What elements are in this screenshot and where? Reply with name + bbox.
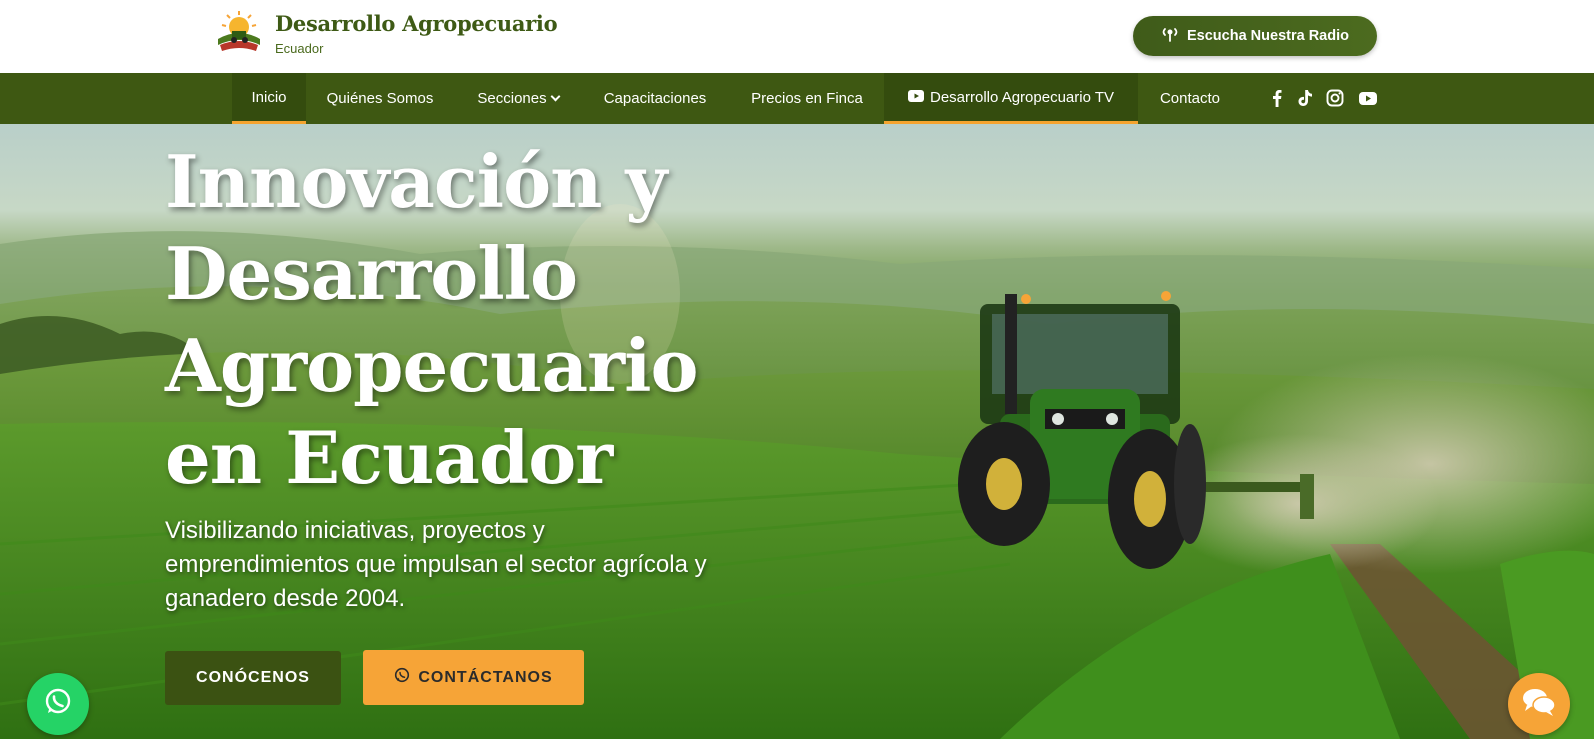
nav-item-secciones[interactable]: Secciones <box>456 73 580 124</box>
nav-item-label: Secciones <box>477 90 547 107</box>
nav-item-capacitaciones[interactable]: Capacitaciones <box>582 73 728 124</box>
whatsapp-icon <box>42 686 74 723</box>
contactanos-label: CONTÁCTANOS <box>418 668 553 686</box>
nav-item-label: Desarrollo Agropecuario TV <box>930 88 1114 106</box>
nav-item-label: Quiénes Somos <box>326 90 434 107</box>
chat-floating-button[interactable] <box>1508 673 1570 735</box>
nav-item-label: Contacto <box>1159 90 1221 107</box>
chevron-down-icon <box>550 91 561 102</box>
tiktok-icon[interactable] <box>1293 86 1317 110</box>
nav-item-precios-en-finca[interactable]: Precios en Finca <box>730 73 884 124</box>
whatsapp-icon <box>394 667 410 688</box>
listen-radio-button[interactable]: Escucha Nuestra Radio <box>1133 16 1377 56</box>
brand-title[interactable]: Desarrollo Agropecuario <box>275 11 558 36</box>
hero-title: Innovación y Desarrollo Agropecuario en … <box>165 139 698 500</box>
hero-subtitle: Visibilizando iniciativas, proyectos y e… <box>165 517 707 612</box>
nav-item-label: Capacitaciones <box>603 90 707 107</box>
youtube-icon <box>908 89 924 106</box>
nav-item-inicio[interactable]: Inicio <box>232 73 306 124</box>
conocenos-label: CONÓCENOS <box>196 669 310 686</box>
main-nav: Inicio Quiénes Somos Secciones Capacitac… <box>0 73 1594 124</box>
radio-antenna-icon <box>1161 26 1179 46</box>
site-header: Desarrollo Agropecuario Ecuador Escucha … <box>0 0 1594 73</box>
nav-item-contacto[interactable]: Contacto <box>1140 73 1240 124</box>
facebook-icon[interactable] <box>1265 86 1289 110</box>
instagram-icon[interactable] <box>1323 86 1347 110</box>
nav-item-desarrollo-agropecuario-tv[interactable]: Desarrollo Agropecuario TV <box>884 73 1138 124</box>
listen-radio-label: Escucha Nuestra Radio <box>1187 28 1349 44</box>
conocenos-button[interactable]: CONÓCENOS <box>165 651 341 705</box>
youtube-icon[interactable] <box>1356 86 1380 110</box>
nav-item-label: Precios en Finca <box>751 90 863 107</box>
nav-item-label: Inicio <box>251 88 287 106</box>
hero-section: Innovación y Desarrollo Agropecuario en … <box>0 124 1594 739</box>
contactanos-button[interactable]: CONTÁCTANOS <box>363 650 584 705</box>
brand-subtitle: Ecuador <box>275 41 324 56</box>
chat-icon <box>1522 687 1556 722</box>
whatsapp-floating-button[interactable] <box>27 673 89 735</box>
nav-item-quienes-somos[interactable]: Quiénes Somos <box>306 73 454 124</box>
site-logo[interactable] <box>214 9 264 55</box>
